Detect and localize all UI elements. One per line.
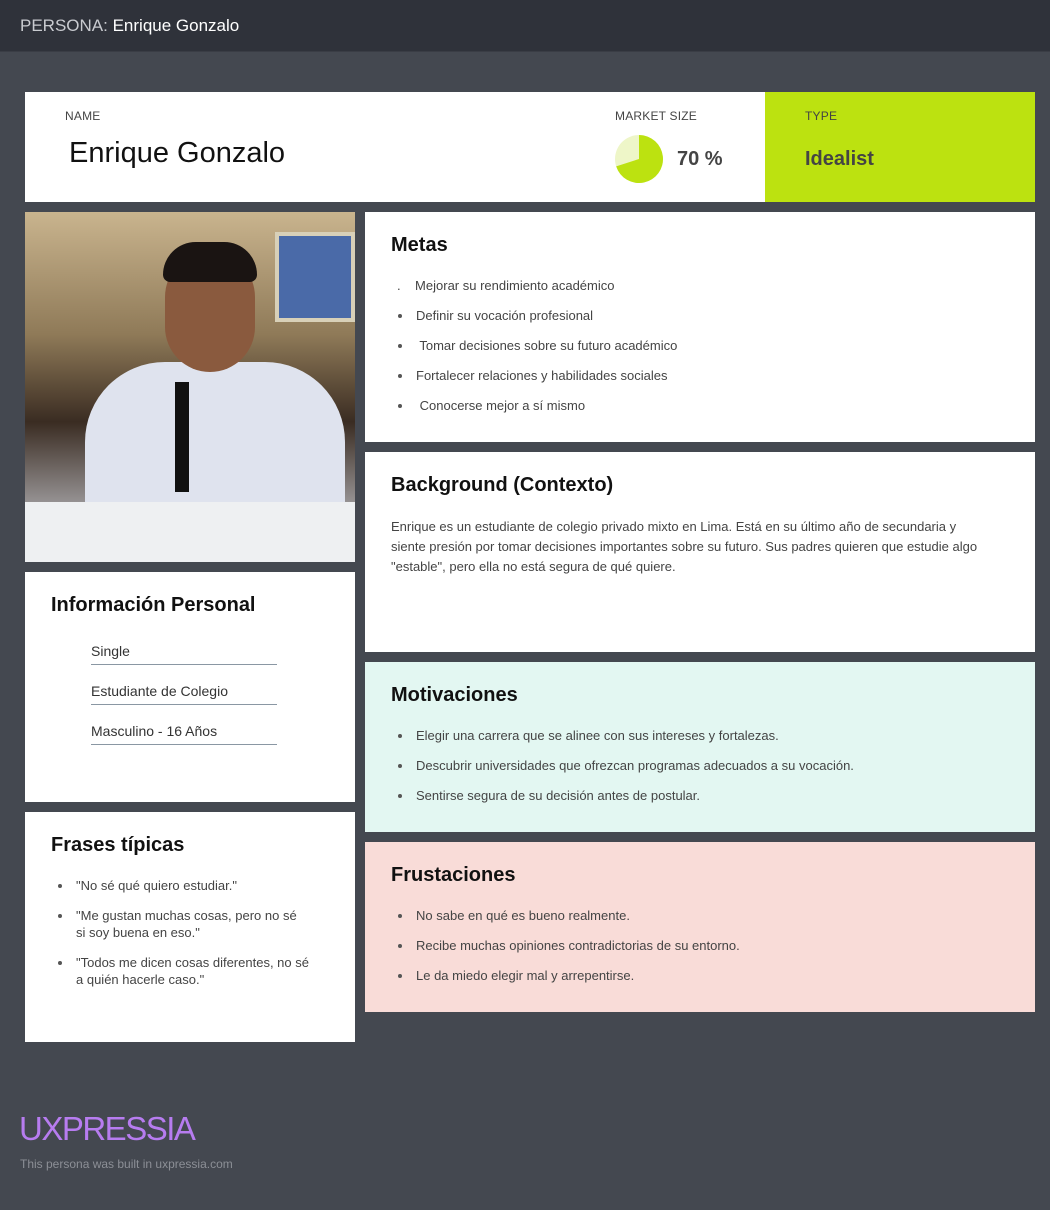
goal-item: Tomar decisiones sobre su futuro académi… xyxy=(391,337,1009,354)
frustrations-card: Frustaciones No sabe en qué es bueno rea… xyxy=(365,842,1035,1012)
type-value: Idealist xyxy=(805,148,874,170)
frustration-item: Recibe muchas opiniones contradictorias … xyxy=(391,937,1009,954)
gender-age-field: Masculino - 16 Años xyxy=(91,723,277,745)
type-panel: TYPE Idealist xyxy=(765,92,1035,202)
frustrations-title: Frustaciones xyxy=(391,864,516,886)
type-label: TYPE xyxy=(805,109,838,123)
motivation-item: Sentirse segura de su decisión antes de … xyxy=(391,787,1009,804)
background-text: Enrique es un estudiante de colegio priv… xyxy=(391,519,978,574)
quote-item: "No sé qué quiero estudiar." xyxy=(51,877,329,894)
motivations-card: Motivaciones Elegir una carrera que se a… xyxy=(365,662,1035,832)
goal-item: . Mejorar su rendimiento académico xyxy=(397,278,615,293)
market-size-pie xyxy=(615,135,663,183)
motivations-title: Motivaciones xyxy=(391,684,518,706)
uxpressia-logo[interactable]: UXPRESSIA xyxy=(19,1110,196,1148)
top-bar: PERSONA: Enrique Gonzalo xyxy=(0,0,1050,52)
background-title: Background (Contexto) xyxy=(391,474,614,496)
persona-title: PERSONA: Enrique Gonzalo xyxy=(20,16,240,35)
quote-item: "Todos me dicen cosas diferentes, no sé … xyxy=(51,954,329,988)
motivation-item: Elegir una carrera que se alinee con sus… xyxy=(391,727,1009,744)
market-size-value: 70 % xyxy=(677,148,723,170)
frustration-item: Le da miedo elegir mal y arrepentirse. xyxy=(391,967,1009,984)
occupation-field: Estudiante de Colegio xyxy=(91,683,277,705)
background-card: Background (Contexto) Enrique es un estu… xyxy=(365,452,1035,652)
marital-status-field: Single xyxy=(91,643,277,665)
market-size-label: MARKET SIZE xyxy=(615,109,697,123)
goal-item: Conocerse mejor a sí mismo xyxy=(391,397,1009,414)
motivation-item: Descubrir universidades que ofrezcan pro… xyxy=(391,757,1009,774)
footer-credit: This persona was built in uxpressia.com xyxy=(20,1157,233,1171)
summary-card: NAME Enrique Gonzalo MARKET SIZE 70 % TY… xyxy=(25,92,1035,202)
goals-card: Metas . Mejorar su rendimiento académico… xyxy=(365,212,1035,442)
quote-item: "Me gustan muchas cosas, pero no sé si s… xyxy=(51,907,329,941)
goal-item: Fortalecer relaciones y habilidades soci… xyxy=(391,367,1009,384)
quotes-title: Frases típicas xyxy=(51,834,185,856)
goal-item: Definir su vocación profesional xyxy=(391,307,1009,324)
name-label: NAME xyxy=(65,109,101,123)
quotes-card: Frases típicas "No sé qué quiero estudia… xyxy=(25,812,355,1042)
persona-name: Enrique Gonzalo xyxy=(69,137,286,169)
personal-info-title: Información Personal xyxy=(51,594,256,616)
persona-photo xyxy=(25,212,355,562)
personal-info-card: Información Personal Single Estudiante d… xyxy=(25,572,355,802)
goals-title: Metas xyxy=(391,234,448,256)
frustration-item: No sabe en qué es bueno realmente. xyxy=(391,907,1009,924)
